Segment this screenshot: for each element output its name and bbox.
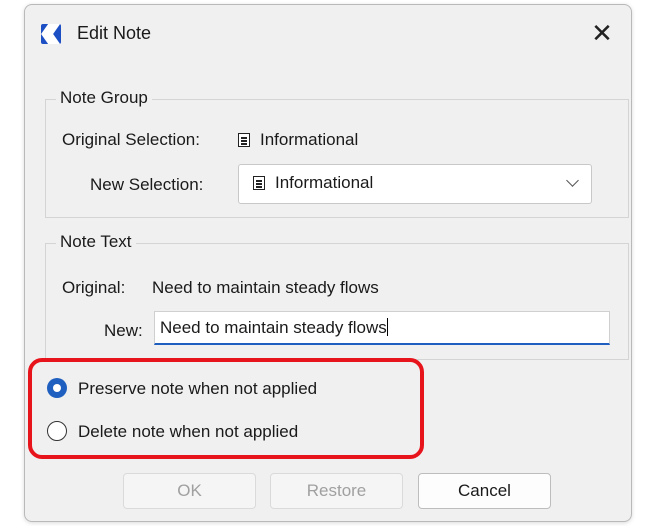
delete-note-radio[interactable]	[47, 421, 67, 441]
note-text-legend: Note Text	[56, 232, 136, 252]
new-selection-dropdown[interactable]: Informational	[238, 164, 592, 204]
new-selection-value: Informational	[253, 173, 373, 193]
original-selection-value: Informational	[238, 130, 358, 150]
new-text-label: New:	[104, 321, 143, 340]
preserve-note-radio[interactable]	[47, 378, 67, 398]
highlight-outline	[28, 358, 424, 459]
window-title: Edit Note	[77, 23, 152, 43]
new-text-input[interactable]: Need to maintain steady flows	[154, 311, 610, 345]
document-list-icon	[238, 133, 250, 147]
cancel-button[interactable]: Cancel	[418, 473, 551, 509]
app-logo-icon	[41, 24, 61, 44]
close-icon[interactable]: ✕	[587, 19, 617, 49]
text-caret	[386, 318, 388, 336]
original-text-value: Need to maintain steady flows	[152, 278, 379, 297]
original-text-label: Original:	[62, 278, 126, 297]
delete-note-label[interactable]: Delete note when not applied	[78, 422, 298, 442]
new-selection-label: New Selection:	[90, 175, 204, 194]
edit-note-dialog: Edit Note ✕ Note Group Original Selectio…	[24, 4, 632, 522]
original-selection-label: Original Selection:	[62, 130, 200, 149]
note-group-legend: Note Group	[56, 88, 152, 108]
ok-button[interactable]: OK	[123, 473, 256, 509]
note-text-section: Note Text Original: Need to maintain ste…	[45, 232, 629, 360]
chevron-down-icon	[566, 174, 579, 187]
document-list-icon	[253, 176, 265, 190]
title-bar: Edit Note ✕	[25, 5, 631, 61]
preserve-note-label[interactable]: Preserve note when not applied	[78, 379, 317, 399]
restore-button[interactable]: Restore	[270, 473, 403, 509]
note-group-section: Note Group Original Selection: Informati…	[45, 88, 629, 218]
